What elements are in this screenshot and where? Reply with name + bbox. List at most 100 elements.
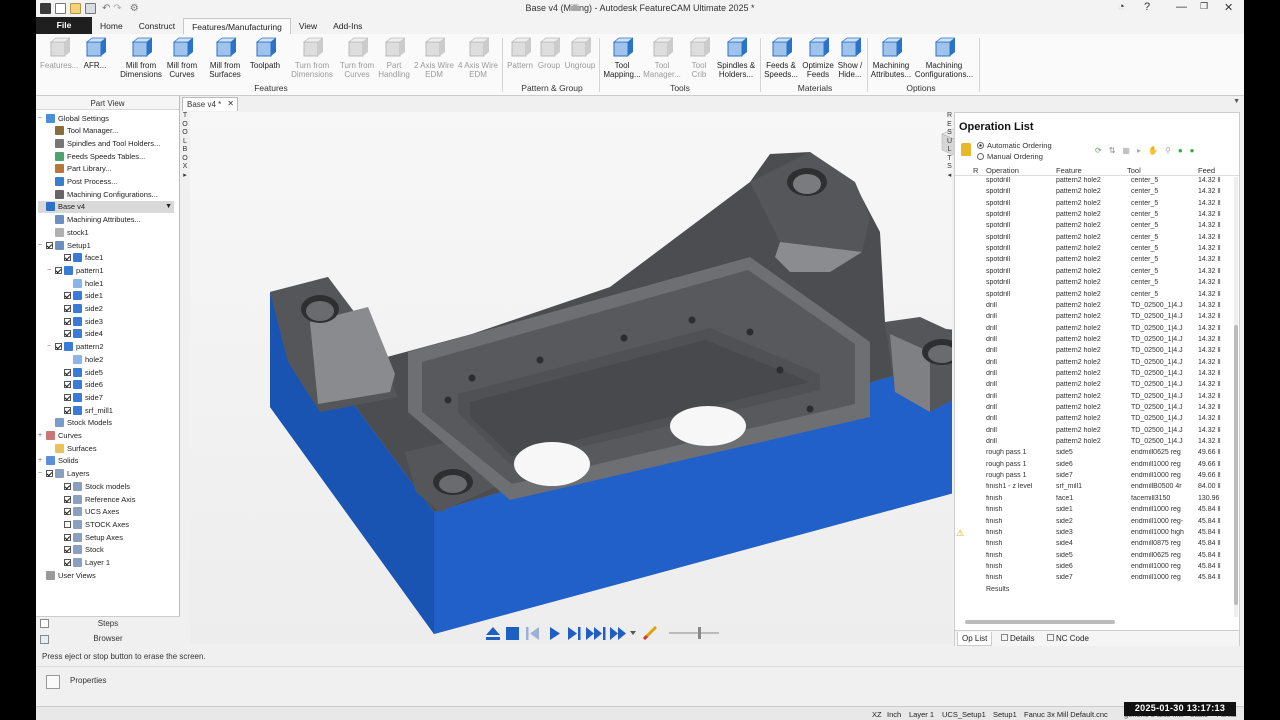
part-handling-button[interactable]: Part Handling xyxy=(376,36,412,79)
status-post[interactable]: Fanuc 3x Mill Default.cnc xyxy=(1024,710,1108,719)
pattern-button[interactable]: Pattern xyxy=(504,36,536,71)
op-row[interactable]: finish side4 endmill0875 reg 45.84 ll xyxy=(955,540,1233,551)
op-row[interactable]: drill pattern2 hole2 TD_02500_1|4.J 14.32 l… xyxy=(955,325,1233,336)
op-row[interactable]: drill pattern2 hole2 TD_02500_1|4.J 14.32 l… xyxy=(955,359,1233,370)
op-row[interactable]: finish side2 endmill1000 reg- 45.84 ll xyxy=(955,518,1233,529)
tree-item[interactable]: Stock models xyxy=(56,480,130,492)
oplist-scrollbar-thumb[interactable] xyxy=(1234,325,1238,605)
op-row[interactable]: spotdrill pattern2 hole2 center_5 14.32 ll xyxy=(955,234,1233,245)
visibility-checkbox[interactable] xyxy=(64,533,71,541)
header-tool[interactable]: Tool xyxy=(1127,166,1141,175)
tree-item[interactable]: Stock Models xyxy=(47,417,112,429)
oplist-play-icon[interactable]: ▸ xyxy=(1137,146,1148,155)
help-circle-icon[interactable]: ◔ xyxy=(1118,1,1125,13)
op-row[interactable]: spotdrill pattern2 hole2 center_5 14.32 ll xyxy=(955,200,1233,211)
tree-item[interactable]: face1 xyxy=(56,252,103,264)
op-row[interactable]: spotdrill pattern2 hole2 center_5 14.32 ll xyxy=(955,177,1233,188)
visibility-checkbox[interactable] xyxy=(55,343,62,351)
tree-item[interactable]: side5 xyxy=(56,366,103,378)
oplist-grid-icon[interactable]: ▦ xyxy=(1122,146,1137,155)
visibility-checkbox[interactable] xyxy=(64,495,71,503)
step-forward-icon[interactable] xyxy=(568,627,581,640)
spindles-holders-button[interactable]: Spindles & Holders... xyxy=(714,36,758,79)
tree-item[interactable]: hole1 xyxy=(65,277,103,289)
op-row[interactable]: spotdrill pattern2 hole2 center_5 14.32 ll xyxy=(955,268,1233,279)
toolbox-expand-icon[interactable]: ▸ xyxy=(180,172,190,181)
fast-forward-icon[interactable] xyxy=(586,627,606,640)
op-row[interactable]: drill pattern2 hole2 TD_02500_1|4.J 14.32 l… xyxy=(955,370,1233,381)
end-icon[interactable] xyxy=(610,627,626,640)
stop-icon[interactable] xyxy=(506,627,519,640)
op-row[interactable]: drill pattern2 hole2 TD_02500_1|4.J 14.32 l… xyxy=(955,404,1233,415)
op-row[interactable]: rough pass 1 side7 endmill1000 reg 49.66 ll xyxy=(955,472,1233,483)
tree-item[interactable]: hole2 xyxy=(65,353,103,365)
tab-dropdown-icon[interactable]: ▼ xyxy=(1233,98,1240,105)
tree-item[interactable]: Surfaces xyxy=(47,442,97,454)
tab-construct[interactable]: Construct xyxy=(131,18,183,34)
status-units[interactable]: Inch xyxy=(887,710,901,719)
visibility-checkbox[interactable] xyxy=(64,393,71,401)
op-row[interactable]: spotdrill pattern2 hole2 center_5 14.32 ll xyxy=(955,279,1233,290)
tab-features-manufacturing[interactable]: Features/Manufacturing xyxy=(183,18,291,34)
features-button[interactable]: Features... xyxy=(40,36,78,71)
header-feed[interactable]: Feed xyxy=(1198,166,1215,175)
tool-crib-button[interactable]: Tool Crib xyxy=(684,36,714,79)
visibility-checkbox[interactable] xyxy=(64,482,71,490)
tree-item[interactable]: Feeds Speeds Tables... xyxy=(47,150,145,162)
mill-from-surfaces-button[interactable]: Mill from Surfaces xyxy=(204,36,246,79)
feeds-speeds-button[interactable]: Feeds & Speeds... xyxy=(762,36,800,79)
tab-file[interactable]: File xyxy=(36,17,92,34)
minimize-button[interactable]: — xyxy=(1176,1,1187,13)
status-ucs[interactable]: UCS_Setup1 xyxy=(942,710,986,719)
op-row[interactable]: finish side6 endmill1000 reg 45.84 ll xyxy=(955,563,1233,574)
collapse-icon[interactable]: − xyxy=(38,470,46,477)
collapse-icon[interactable]: − xyxy=(38,115,46,122)
visibility-checkbox[interactable] xyxy=(64,520,71,528)
tree-item[interactable]: Stock xyxy=(56,544,104,556)
afr-button[interactable]: AFR... xyxy=(80,36,110,71)
tool-manager-button[interactable]: Tool Manager... xyxy=(642,36,682,79)
part-model[interactable] xyxy=(190,112,987,644)
tab-details[interactable]: Details xyxy=(1001,634,1034,643)
tree-item[interactable]: Part Library... xyxy=(47,163,111,175)
tree-item[interactable]: Base v4 ▼ xyxy=(38,200,174,213)
tree-item[interactable]: Tool Manager... xyxy=(47,125,118,137)
op-row[interactable]: spotdrill pattern2 hole2 center_5 14.32 ll xyxy=(955,291,1233,302)
tree-item[interactable]: + Curves xyxy=(38,430,82,442)
status-setup[interactable]: Setup1 xyxy=(993,710,1017,719)
op-row[interactable]: drill pattern2 hole2 TD_02500_1|4.J 14.32 l… xyxy=(955,313,1233,324)
tree-item[interactable]: srf_mill1 xyxy=(56,404,113,416)
tree-item[interactable]: side1 xyxy=(56,290,103,302)
status-layer[interactable]: Layer 1 xyxy=(909,710,934,719)
tab-add-ins[interactable]: Add-Ins xyxy=(325,18,370,34)
tree-item[interactable]: − pattern1 xyxy=(47,264,104,276)
visibility-checkbox[interactable] xyxy=(64,292,71,300)
toolpath-button[interactable]: Toolpath xyxy=(246,36,284,71)
visibility-checkbox[interactable] xyxy=(55,266,62,274)
tree-item[interactable]: Spindles and Tool Holders... xyxy=(47,137,160,149)
ungroup-button[interactable]: Ungroup xyxy=(562,36,598,71)
tree-item[interactable]: − pattern2 xyxy=(47,341,104,353)
properties-icon[interactable] xyxy=(46,675,60,689)
tree-item[interactable]: side7 xyxy=(56,391,103,403)
op-row[interactable]: drill pattern2 hole2 TD_02500_1|4.J 14.32 l… xyxy=(955,381,1233,392)
tree-item[interactable]: − Global Settings xyxy=(38,112,109,124)
question-icon[interactable]: ? xyxy=(1144,1,1150,13)
tab-nc-code[interactable]: NC Code xyxy=(1047,634,1089,643)
browser-tab[interactable]: Browser xyxy=(36,634,180,646)
mill-from-dimensions-button[interactable]: Mill from Dimensions xyxy=(118,36,164,79)
op-row[interactable]: spotdrill pattern2 hole2 center_5 14.32 ll xyxy=(955,245,1233,256)
tree-item[interactable]: UCS Axes xyxy=(56,506,119,518)
status-plane[interactable]: XZ xyxy=(872,710,882,719)
tree-item[interactable]: side4 xyxy=(56,328,103,340)
collapse-icon[interactable]: − xyxy=(38,242,46,249)
close-button[interactable]: ✕ xyxy=(1224,1,1233,14)
tab-home[interactable]: Home xyxy=(92,18,131,34)
tree-item[interactable]: side3 xyxy=(56,315,103,327)
op-row[interactable]: Results xyxy=(955,586,1233,597)
tree-item[interactable]: − Setup1 xyxy=(38,239,91,251)
visibility-checkbox[interactable] xyxy=(64,305,71,312)
machining-configurations-button[interactable]: Machining Configurations... xyxy=(912,36,976,79)
group-button[interactable]: Group xyxy=(536,36,562,71)
results-strip[interactable]: R E S U L T S ◂ xyxy=(945,112,954,196)
